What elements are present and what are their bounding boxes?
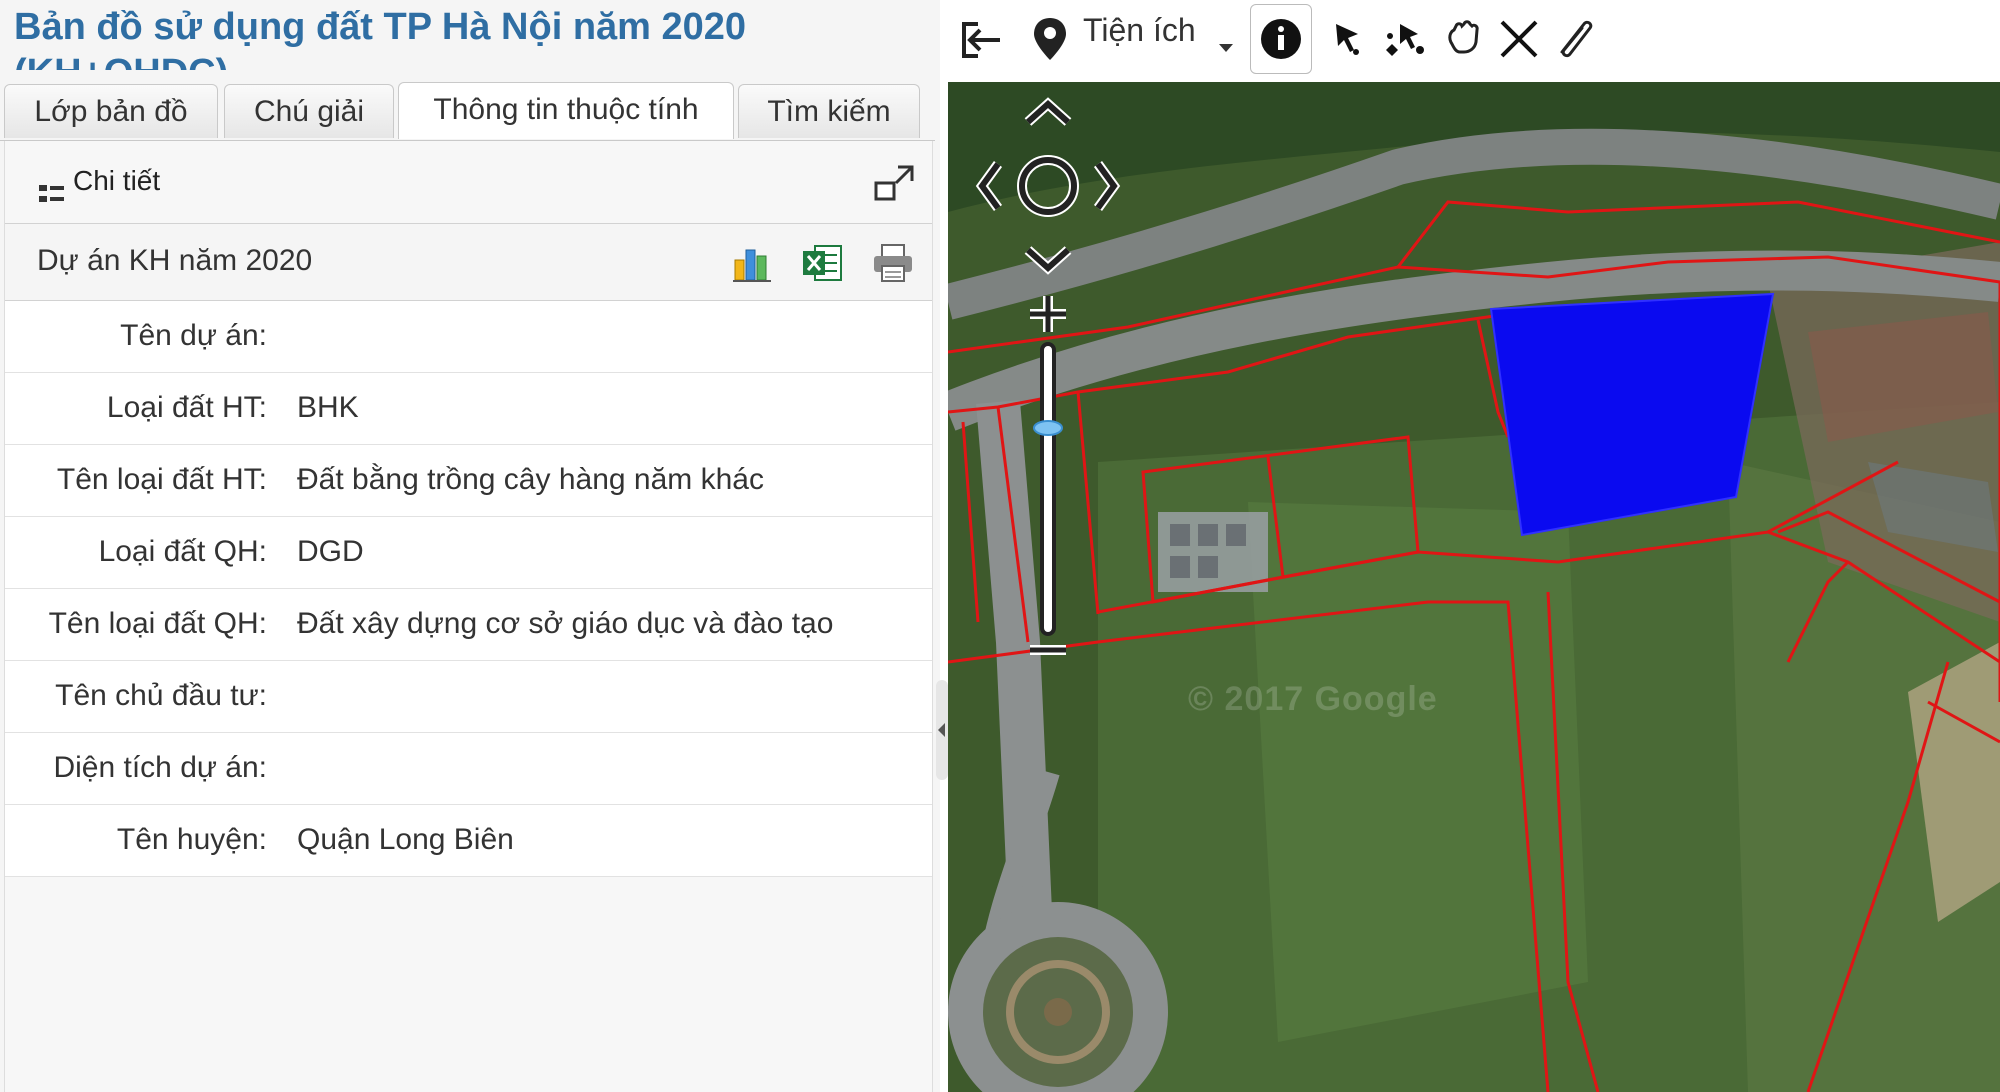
list-icon: [39, 183, 64, 205]
collapse-arrow-icon: [938, 723, 945, 737]
multi-select-icon[interactable]: [1380, 10, 1430, 70]
detail-label: Chi tiết: [73, 165, 161, 196]
attribute-row: Loại đất QH: DGD: [5, 517, 932, 589]
attribute-label: Tên chủ đầu tư:: [55, 679, 267, 712]
project-header: Dự án KH năm 2020: [5, 224, 932, 301]
utilities-menu[interactable]: Tiện ích: [1083, 12, 1196, 49]
tab-attribute-info[interactable]: Thông tin thuộc tính: [398, 82, 734, 139]
attribute-row: Tên dự án:: [5, 301, 932, 373]
chart-icon[interactable]: [731, 242, 775, 284]
pan-hand-icon[interactable]: [1440, 10, 1486, 70]
tab-bar: Lớp bản đồ Chú giải Thông tin thuộc tính…: [0, 78, 935, 141]
tab-search[interactable]: Tìm kiếm: [738, 84, 920, 138]
attribute-row: Diện tích dự án:: [5, 733, 932, 805]
project-title: Dự án KH năm 2020: [37, 244, 313, 277]
attribute-label: Tên loại đất HT:: [56, 463, 267, 496]
attribute-label: Loại đất HT:: [106, 391, 267, 424]
panel-collapse-handle[interactable]: [936, 680, 948, 780]
attach-icon[interactable]: [1552, 10, 1598, 70]
dropdown-caret-icon[interactable]: [1216, 10, 1236, 70]
satellite-map[interactable]: [948, 82, 2000, 1092]
attribute-row: Tên loại đất HT: Đất bằng trồng cây hàng…: [5, 445, 932, 517]
attribute-value: Đất xây dựng cơ sở giáo dục và đào tạo: [297, 607, 834, 640]
attribute-label: Diện tích dự án:: [53, 751, 267, 784]
attribute-label: Tên huyện:: [116, 823, 267, 856]
map-toolbar: Tiện ích: [948, 0, 2000, 82]
attribute-table: Tên dự án: Loại đất HT: BHK Tên loại đất…: [5, 301, 932, 877]
attribute-row: Tên huyện: Quận Long Biên: [5, 805, 932, 877]
attribute-label: Tên loại đất QH:: [48, 607, 267, 640]
expand-icon[interactable]: [874, 163, 916, 203]
map-watermark: © 2017 Google: [1188, 680, 1438, 718]
detail-header: Chi tiết: [5, 141, 932, 224]
attribute-label: Tên dự án:: [120, 319, 267, 352]
attribute-value: Đất bằng trồng cây hàng năm khác: [297, 463, 764, 496]
attribute-value: DGD: [297, 535, 364, 568]
excel-icon[interactable]: [801, 242, 845, 284]
attribute-value: BHK: [297, 391, 359, 424]
attribute-panel: Chi tiết Dự án KH năm 2020 Tên dự án: Lo…: [4, 141, 933, 1092]
print-icon[interactable]: [871, 242, 915, 284]
attribute-label: Loại đất QH:: [98, 535, 267, 568]
attribute-value: Quận Long Biên: [297, 823, 514, 856]
tab-map-layers[interactable]: Lớp bản đồ: [4, 84, 218, 138]
selected-parcel: [1489, 292, 1775, 537]
map-view[interactable]: © 2017 Google: [948, 82, 2000, 1092]
select-arrow-icon[interactable]: [1326, 10, 1370, 70]
side-panel: Bản đồ sử dụng đất TP Hà Nội năm 2020 (K…: [0, 0, 940, 1092]
map-pin-icon[interactable]: [1028, 10, 1072, 70]
exit-icon[interactable]: [956, 10, 1006, 70]
tab-legend[interactable]: Chú giải: [224, 84, 394, 138]
attribute-row: Loại đất HT: BHK: [5, 373, 932, 445]
attribute-row: Tên chủ đầu tư:: [5, 661, 932, 733]
page-title: Bản đồ sử dụng đất TP Hà Nội năm 2020 (K…: [14, 6, 747, 70]
clear-icon[interactable]: [1496, 10, 1542, 70]
attribute-row: Tên loại đất QH: Đất xây dựng cơ sở giáo…: [5, 589, 932, 661]
zoom-slider-handle: [1033, 420, 1063, 436]
info-icon[interactable]: [1250, 4, 1312, 74]
